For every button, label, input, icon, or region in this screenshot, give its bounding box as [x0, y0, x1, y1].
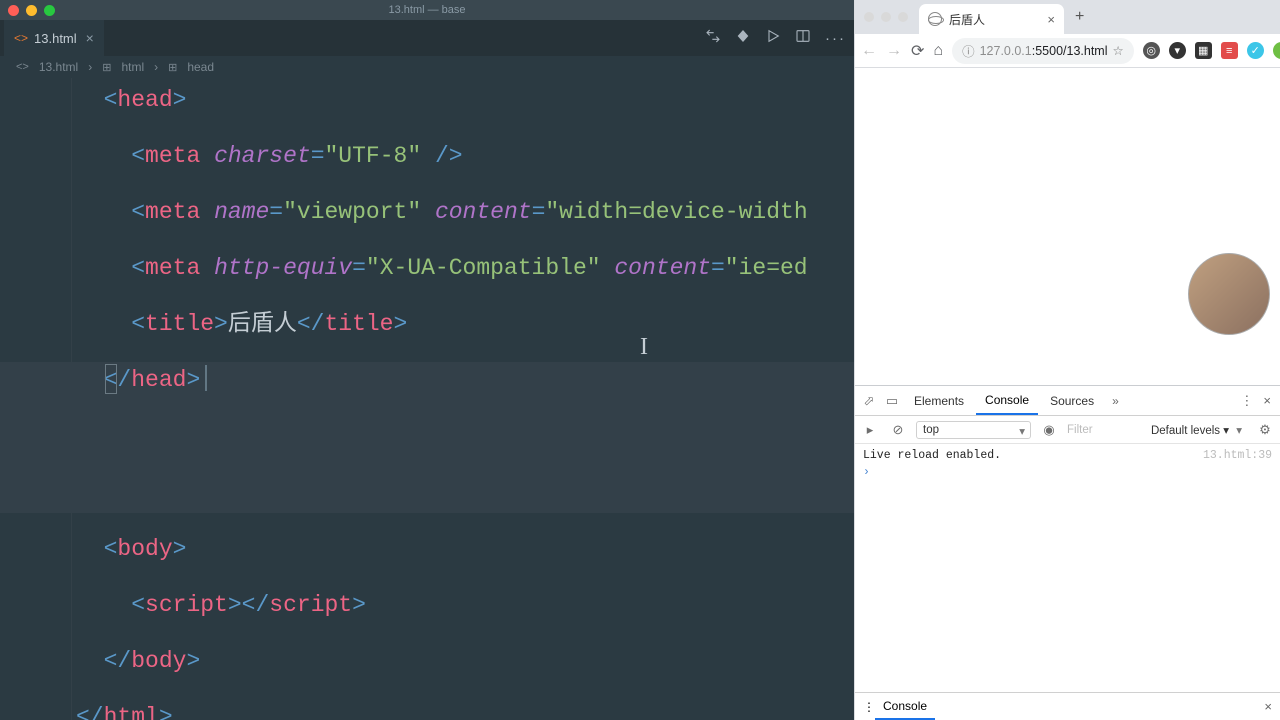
run-icon[interactable] [765, 28, 781, 48]
tab-label: 13.html [34, 31, 77, 46]
editor-tabbar: <> 13.html × ··· [0, 20, 854, 56]
compare-icon[interactable] [705, 28, 721, 48]
maximize-window-icon[interactable] [898, 12, 908, 22]
drawer-close-icon[interactable]: × [1264, 699, 1272, 714]
traffic-lights[interactable] [8, 5, 55, 16]
console-settings-icon[interactable]: ⚙ [1255, 422, 1275, 438]
profile-avatar-icon[interactable] [1273, 42, 1280, 59]
extension-icons: ◎ ▾ ▦ ≡ ✓ ⋮ [1143, 41, 1280, 61]
devtools: ⬀ ▭ Elements Console Sources » ⋮ × ▸ ⊘ t… [855, 385, 1280, 720]
close-window-icon[interactable] [864, 12, 874, 22]
tab-close-icon[interactable]: × [1047, 12, 1055, 27]
filter-input[interactable]: Filter [1067, 424, 1093, 436]
more-icon[interactable]: ··· [825, 30, 846, 47]
devtools-close-icon[interactable]: × [1263, 393, 1271, 409]
devtools-drawer: ⋮ Console × [855, 692, 1280, 720]
extension-icon[interactable]: ◎ [1143, 42, 1160, 59]
devtools-menu-icon[interactable]: ⋮ [1240, 393, 1253, 409]
url-path: :5500/13.html [1032, 44, 1108, 58]
star-bookmark-icon[interactable]: ☆ [1112, 43, 1123, 58]
maximize-window-icon[interactable] [44, 5, 55, 16]
console-log-row: Live reload enabled. 13.html:39 [863, 448, 1272, 463]
editor-toolbar-right: ··· [705, 28, 846, 48]
new-tab-button[interactable]: + [1069, 8, 1090, 26]
log-source[interactable]: 13.html:39 [1203, 449, 1272, 462]
browser-tab[interactable]: 后盾人 × [919, 4, 1064, 34]
devtools-tab-elements[interactable]: Elements [905, 388, 973, 414]
live-expression-icon[interactable]: ◉ [1039, 422, 1059, 438]
minimize-window-icon[interactable] [26, 5, 37, 16]
editor-pane: 13.html — base <> 13.html × ··· <> 13.ht… [0, 0, 854, 720]
bracket-highlight-icon [105, 364, 117, 394]
chrome-toolbar: ← → ⟳ ⌂ ⓘ 127.0.0.1:5500/13.html ☆ ◎ ▾ ▦… [855, 34, 1280, 68]
ibeam-cursor-icon: I [640, 328, 648, 368]
extension-icon[interactable]: ≡ [1221, 42, 1238, 59]
context-selector[interactable]: top [916, 421, 1031, 439]
url-host: 127.0.0.1 [980, 44, 1032, 58]
drawer-tab-console[interactable]: Console [875, 694, 935, 720]
clear-console-icon[interactable]: ⊘ [888, 422, 908, 438]
home-button[interactable]: ⌂ [933, 42, 943, 60]
tab-close-icon[interactable]: × [86, 30, 94, 46]
drawer-menu-icon[interactable]: ⋮ [863, 700, 875, 714]
text-cursor [205, 365, 207, 391]
tab-title: 后盾人 [949, 11, 985, 28]
devtools-tab-sources[interactable]: Sources [1041, 388, 1103, 414]
mac-titlebar: 13.html — base [0, 0, 854, 20]
console-output[interactable]: Live reload enabled. 13.html:39 › [855, 444, 1280, 692]
html-file-icon: <> [14, 31, 28, 45]
extension-icon[interactable]: ▾ [1169, 42, 1186, 59]
address-bar[interactable]: ⓘ 127.0.0.1:5500/13.html ☆ [952, 38, 1134, 64]
site-info-icon[interactable]: ⓘ [962, 41, 975, 60]
html-file-icon: <> [16, 61, 29, 73]
devtools-tabs: ⬀ ▭ Elements Console Sources » ⋮ × [855, 386, 1280, 416]
chrome-tabstrip: 后盾人 × + [855, 0, 1280, 34]
tag-icon: ⊞ [102, 61, 111, 74]
log-message: Live reload enabled. [863, 449, 1001, 462]
log-levels-selector[interactable]: Default levels ▾ [1145, 421, 1247, 439]
reload-button[interactable]: ⟳ [911, 41, 924, 61]
minimize-window-icon[interactable] [881, 12, 891, 22]
breadcrumb[interactable]: <> 13.html › ⊞ html › ⊞ head [0, 56, 854, 78]
chevron-right-icon: › [88, 60, 92, 74]
browser-pane: 后盾人 × + ← → ⟳ ⌂ ⓘ 127.0.0.1:5500/13.html… [854, 0, 1280, 720]
webcam-avatar [1188, 253, 1270, 335]
devtools-tab-console[interactable]: Console [976, 387, 1038, 415]
editor-tab[interactable]: <> 13.html × [4, 20, 104, 56]
console-sidebar-icon[interactable]: ▸ [860, 422, 880, 438]
extension-icon[interactable]: ▦ [1195, 42, 1212, 59]
split-editor-icon[interactable] [795, 28, 811, 48]
diamond-icon[interactable] [735, 28, 751, 48]
breadcrumb-item[interactable]: html [121, 60, 144, 74]
breadcrumb-item[interactable]: head [187, 60, 214, 74]
inspect-element-icon[interactable]: ⬀ [859, 393, 879, 409]
chevron-right-icon: › [154, 60, 158, 74]
close-window-icon[interactable] [8, 5, 19, 16]
globe-favicon-icon [928, 12, 942, 26]
window-title: 13.html — base [388, 4, 465, 16]
console-toolbar: ▸ ⊘ top ◉ Filter Default levels ▾ ⚙ [855, 416, 1280, 444]
code-editor[interactable]: <head> <meta charset="UTF-8" /> <meta na… [0, 78, 854, 720]
more-tabs-icon[interactable]: » [1108, 394, 1123, 408]
extension-icon[interactable]: ✓ [1247, 42, 1264, 59]
forward-button[interactable]: → [886, 42, 902, 60]
traffic-lights[interactable] [864, 12, 908, 22]
device-toolbar-icon[interactable]: ▭ [882, 393, 902, 409]
page-content [855, 68, 1280, 385]
breadcrumb-item[interactable]: 13.html [39, 60, 78, 74]
tag-icon: ⊞ [168, 61, 177, 74]
console-prompt-icon[interactable]: › [863, 463, 1272, 479]
back-button[interactable]: ← [861, 42, 877, 60]
